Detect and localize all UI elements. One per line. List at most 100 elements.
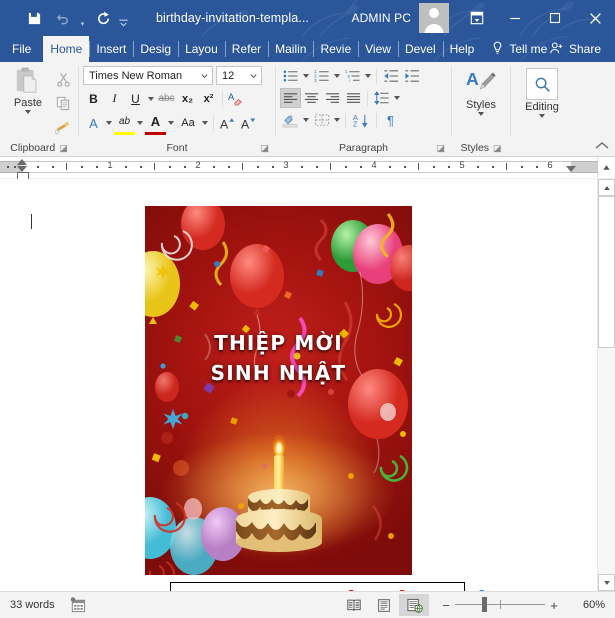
italic-button[interactable]: I [104, 88, 125, 109]
invitation-image[interactable]: THIỆP MỜI SINH NHẬT [145, 206, 412, 575]
format-painter-button[interactable] [52, 116, 74, 138]
horizontal-ruler[interactable]: 1 2 3 4 5 6 [0, 157, 598, 182]
highlight-button[interactable]: ab [114, 111, 135, 135]
clipboard-dialog-launcher[interactable]: ◪ [59, 140, 68, 156]
editing-dropdown-icon[interactable] [539, 114, 545, 118]
scrollbar-thumb[interactable] [598, 196, 615, 348]
align-center-button[interactable] [301, 88, 322, 108]
strikethrough-button[interactable]: abc [156, 88, 177, 109]
ribbon-display-options-icon[interactable] [459, 0, 495, 36]
proofing-icon[interactable] [65, 594, 91, 616]
styles-dropdown-icon[interactable] [478, 112, 484, 116]
svg-text:A: A [228, 91, 235, 102]
maximize-button[interactable] [535, 0, 575, 36]
scrollbar-track[interactable] [598, 348, 615, 574]
clear-formatting-button[interactable]: A [226, 88, 247, 109]
bold-button[interactable]: B [83, 88, 104, 109]
sort-button[interactable]: AZ [349, 110, 373, 130]
tab-developer[interactable]: Devel [397, 36, 443, 62]
font-color-dropdown-icon[interactable] [166, 113, 176, 134]
redo-button[interactable] [89, 5, 117, 31]
line-spacing-button[interactable] [371, 88, 392, 108]
collapse-ribbon-icon[interactable] [595, 141, 609, 153]
undo-button[interactable] [48, 5, 76, 31]
justify-button[interactable] [343, 88, 364, 108]
underline-dropdown-icon[interactable] [146, 88, 156, 109]
tab-layout[interactable]: Layou [178, 36, 225, 62]
paragraph-dialog-launcher[interactable]: ◪ [436, 140, 445, 156]
cut-button[interactable] [52, 68, 74, 90]
bullets-dropdown-icon[interactable] [301, 66, 311, 86]
word-count[interactable]: 33 words [10, 599, 55, 611]
superscript-button[interactable]: x² [198, 88, 219, 109]
avatar[interactable] [419, 3, 449, 33]
styles-dialog-launcher[interactable]: ◪ [493, 140, 502, 156]
line-spacing-dropdown-icon[interactable] [392, 88, 402, 108]
zoom-slider-knob[interactable] [482, 597, 487, 612]
clipboard-group-label: Clipboard ◪ [10, 140, 68, 156]
zoom-in-button[interactable]: + [545, 595, 563, 615]
increase-indent-button[interactable] [401, 66, 422, 86]
bullets-button[interactable] [280, 66, 301, 86]
show-formatting-marks-button[interactable]: ¶ [380, 110, 401, 130]
multilevel-dropdown-icon[interactable] [363, 66, 373, 86]
zoom-percentage[interactable]: 60% [569, 599, 605, 611]
borders-button[interactable] [311, 110, 332, 130]
shrink-font-button[interactable]: A [238, 113, 259, 134]
tab-insert[interactable]: Insert [89, 36, 133, 62]
numbering-button[interactable]: 123 [311, 66, 332, 86]
font-name-combo[interactable]: Times New Roman [83, 66, 213, 85]
zoom-out-button[interactable]: − [437, 595, 455, 615]
save-button[interactable] [20, 5, 48, 31]
close-button[interactable] [575, 0, 615, 36]
tell-me-box[interactable]: Tell me [491, 36, 547, 62]
tab-view[interactable]: View [358, 36, 398, 62]
align-right-button[interactable] [322, 88, 343, 108]
read-mode-button[interactable] [339, 594, 369, 616]
copy-button[interactable] [52, 92, 74, 114]
paste-dropdown-icon[interactable] [25, 110, 31, 114]
font-color-button[interactable]: A [145, 111, 166, 135]
right-indent-marker[interactable] [566, 166, 576, 172]
share-button[interactable]: Share [549, 36, 601, 62]
grow-font-button[interactable]: A [217, 113, 238, 134]
text-effects-button[interactable]: A [83, 113, 104, 134]
decrease-indent-button[interactable] [380, 66, 401, 86]
minimize-button[interactable] [495, 0, 535, 36]
scroll-down-button[interactable] [598, 574, 615, 591]
document-page[interactable]: THIỆP MỜI SINH NHẬT [0, 179, 597, 591]
highlight-dropdown-icon[interactable] [135, 113, 145, 134]
multilevel-list-button[interactable]: 1ai [342, 66, 363, 86]
tab-design[interactable]: Desig [133, 36, 178, 62]
font-dialog-launcher[interactable]: ◪ [260, 140, 269, 156]
shading-dropdown-icon[interactable] [301, 110, 311, 130]
tab-file[interactable]: File [0, 36, 43, 62]
underline-button[interactable]: U [125, 88, 146, 109]
font-size-combo[interactable]: 12 [216, 66, 262, 85]
scroll-up-button[interactable] [598, 179, 615, 196]
tab-review[interactable]: Revie [313, 36, 358, 62]
paste-button[interactable]: Paste [4, 66, 52, 114]
print-layout-button[interactable] [369, 594, 399, 616]
numbering-dropdown-icon[interactable] [332, 66, 342, 86]
tab-references[interactable]: Refer [224, 36, 268, 62]
borders-dropdown-icon[interactable] [332, 110, 342, 130]
vertical-scrollbar[interactable] [597, 179, 615, 591]
shading-button[interactable] [280, 110, 301, 130]
web-layout-button[interactable] [399, 594, 429, 616]
undo-dropdown-icon[interactable]: ▾ [76, 2, 89, 35]
tab-home[interactable]: Home [43, 36, 90, 62]
tab-help[interactable]: Help [442, 36, 482, 62]
customize-qat-icon[interactable] [117, 2, 130, 35]
subscript-button[interactable]: x₂ [177, 88, 198, 109]
tab-mailings[interactable]: Mailin [268, 36, 313, 62]
zoom-slider[interactable] [455, 595, 545, 615]
change-case-dropdown-icon[interactable] [200, 113, 210, 134]
change-case-button[interactable]: Aa [176, 113, 200, 134]
scroll-up-icon[interactable] [597, 157, 615, 178]
editing-group-label: Editing [511, 140, 573, 156]
text-effects-dropdown-icon[interactable] [104, 113, 114, 134]
align-left-button[interactable] [280, 88, 301, 108]
editing-button[interactable]: Editing [511, 66, 573, 118]
styles-button[interactable]: A Styles [452, 66, 510, 116]
